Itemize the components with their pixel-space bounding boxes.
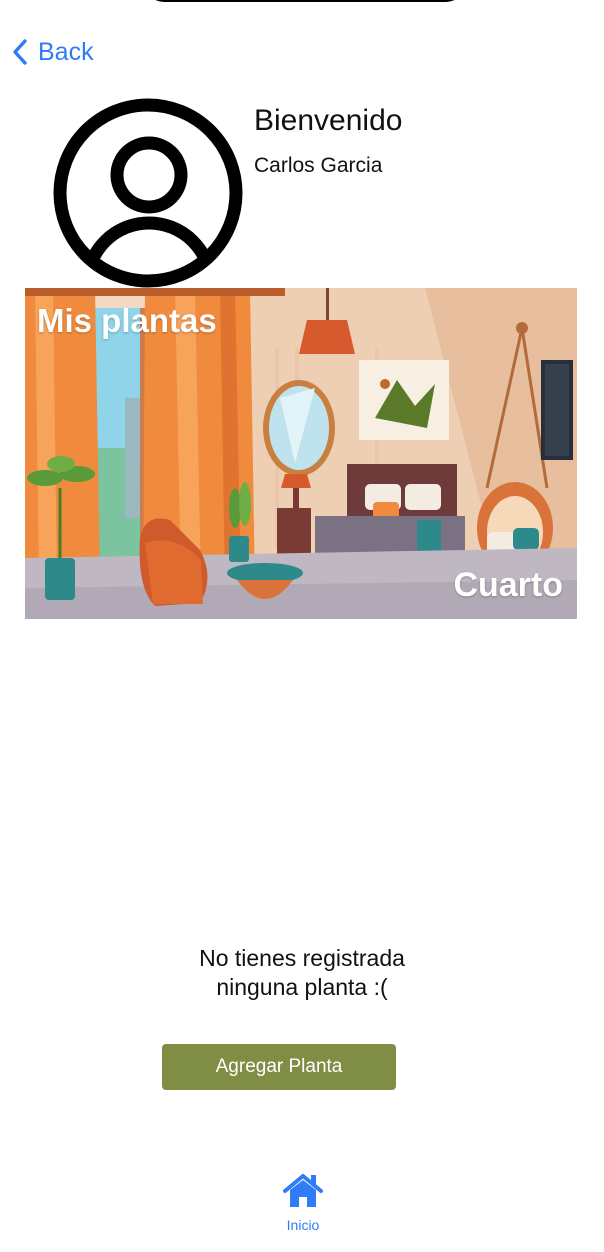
chevron-left-icon [12,38,28,66]
welcome-heading: Bienvenido [254,104,403,137]
tab-label: Inicio [286,1217,320,1233]
empty-state-message: No tienes registrada ninguna planta :( [199,945,405,1000]
screen: Back Bienvenido Carlos Garcia Mis planta… [0,0,604,1252]
device-notch [146,0,464,2]
user-avatar-icon [52,97,244,289]
card-title: Mis plantas [37,302,217,339]
home-icon [282,1172,324,1213]
user-name: Carlos Garcia [254,154,383,177]
add-plant-button[interactable]: Agregar Planta [162,1044,396,1090]
back-label: Back [38,37,94,66]
room-name: Cuarto [453,566,563,604]
tab-inicio[interactable]: Inicio [262,1172,344,1242]
back-button[interactable]: Back [12,34,94,70]
room-card[interactable]: Mis plantas Cuarto [25,288,577,619]
